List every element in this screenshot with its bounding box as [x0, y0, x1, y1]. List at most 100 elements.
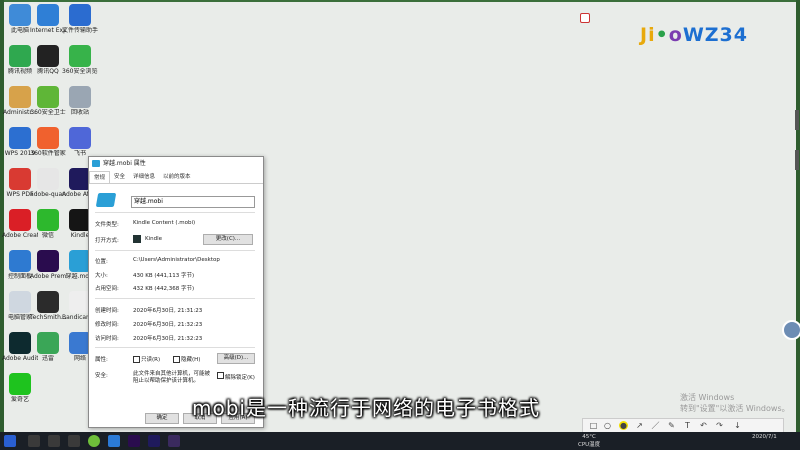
text-icon[interactable]: T: [683, 421, 692, 430]
row-value-size: 430 KB (441,113 字节): [133, 273, 195, 279]
desktop-icon[interactable]: 飞书: [62, 127, 98, 157]
readonly-label: 只读(R): [141, 357, 161, 363]
ie-icon: [37, 4, 59, 26]
desktop-icon[interactable]: 360安全浏览器: [62, 45, 98, 75]
download-icon[interactable]: ↓: [733, 421, 742, 430]
row-label-location: 位置:: [95, 259, 108, 265]
feishu-icon: [69, 127, 91, 149]
clock[interactable]: 2020/7/1: [752, 434, 777, 441]
wechat-icon: [37, 209, 59, 231]
row-label-disk-size: 占用空间:: [95, 286, 119, 292]
pen-icon[interactable]: ／: [651, 421, 660, 430]
iqiyi-icon: [9, 373, 31, 395]
filename-field[interactable]: 穿越.mobi: [131, 196, 255, 208]
search-icon[interactable]: [28, 435, 40, 447]
top-frame: [0, 0, 800, 2]
control-panel-icon: [9, 250, 31, 272]
side-handle-1[interactable]: [795, 110, 799, 130]
desktop-icon-label: 360安全卫士: [30, 109, 66, 116]
row-label-attributes: 属性:: [95, 357, 108, 363]
row-value-location: C:\Users\Administrator\Desktop: [133, 257, 220, 263]
tab-previous-versions[interactable]: 以前的版本: [159, 171, 195, 183]
circle-icon[interactable]: ○: [603, 421, 612, 430]
marker-icon[interactable]: ✎: [667, 421, 676, 430]
logo-part-3: o: [668, 24, 683, 46]
tab-general[interactable]: 常规: [89, 171, 111, 183]
row-label-security: 安全:: [95, 373, 108, 379]
hidden-checkbox[interactable]: [173, 356, 180, 363]
desktop-icon[interactable]: 迅雷: [30, 332, 66, 362]
logo-part-1: Ji: [640, 24, 656, 46]
row-value-type: Kindle Content (.mobi): [133, 220, 196, 226]
redo-icon[interactable]: ↷: [715, 421, 724, 430]
side-handle-2[interactable]: [795, 150, 799, 170]
highlight-icon[interactable]: ●: [619, 421, 628, 430]
row-label-openwith: 打开方式:: [95, 238, 119, 244]
desktop-icon[interactable]: 文件传输助手: [62, 4, 98, 34]
desktop-icon[interactable]: Internet Explorer: [30, 4, 66, 34]
advanced-button[interactable]: 高级(D)...: [217, 353, 255, 364]
readonly-checkbox[interactable]: [133, 356, 140, 363]
unblock-checkbox[interactable]: [217, 372, 224, 379]
xunlei-icon: [37, 332, 59, 354]
divider: [95, 347, 255, 348]
activation-watermark: 激活 Windows 转到"设置"以激活 Windows。: [680, 392, 790, 414]
desktop-icon-label: 360安全浏览器: [62, 68, 98, 75]
desktop-icon-label: 迅雷: [41, 355, 54, 362]
row-value-security: 此文件来自其他计算机，可能被阻止以帮助保护该计算机。: [133, 371, 211, 384]
desktop-icon[interactable]: 微信: [30, 209, 66, 239]
row-label-type: 文件类型:: [95, 222, 119, 228]
brand-logo: Ji•oWZ34: [640, 24, 748, 46]
pc-manager-icon: [9, 291, 31, 313]
logo-part-2: •: [655, 24, 669, 46]
desktop-icon[interactable]: adobe-quan: [30, 168, 66, 198]
premiere-taskbar-icon[interactable]: [128, 435, 140, 447]
app-taskbar-icon-1[interactable]: [108, 435, 120, 447]
change-button[interactable]: 更改(C)...: [203, 234, 253, 245]
arrow-icon[interactable]: ↗: [635, 421, 644, 430]
video-subtitle: mobi是一种流行于网络的电子书格式: [192, 396, 540, 420]
cpu-label: CPU温度: [578, 442, 601, 448]
taskbar: 45°C CPU温度 2020/7/1: [0, 432, 800, 450]
desktop-icon[interactable]: 腾讯QQ: [30, 45, 66, 75]
heart-icon: [580, 13, 590, 23]
row-label-modified: 修改时间:: [95, 322, 119, 328]
side-avatar-button[interactable]: [782, 320, 800, 340]
desktop-icon-label: TechSmith...: [30, 314, 66, 321]
undo-icon[interactable]: ↶: [699, 421, 708, 430]
window-icon: [37, 168, 59, 190]
desktop-icon-label: adobe-quan: [30, 191, 66, 198]
tab-security[interactable]: 安全: [110, 171, 129, 183]
file-explorer-icon[interactable]: [68, 435, 80, 447]
divider: [95, 250, 255, 251]
dialog-titlebar[interactable]: 穿越.mobi 属性: [89, 157, 263, 171]
techsmith-icon: [37, 291, 59, 313]
computer-icon: [9, 4, 31, 26]
row-label-created: 创建时间:: [95, 308, 119, 314]
desktop-icon[interactable]: 回收站: [62, 86, 98, 116]
desktop-icon[interactable]: 360软件管家: [30, 127, 66, 157]
row-value-created: 2020年6月30日, 21:31:23: [133, 308, 203, 314]
desktop-icon[interactable]: 爱奇艺: [2, 373, 38, 403]
tab-details[interactable]: 详细信息: [129, 171, 159, 183]
row-value-modified: 2020年6月30日, 21:32:23: [133, 322, 203, 328]
watermark-line-1: 激活 Windows: [680, 393, 735, 402]
app-taskbar-icon-2[interactable]: [168, 435, 180, 447]
rectangle-icon[interactable]: □: [589, 421, 598, 430]
unblock-label: 解除锁定(K): [225, 375, 255, 381]
start-icon[interactable]: [4, 435, 16, 447]
safeguard-360-icon: [37, 86, 59, 108]
row-value-accessed: 2020年6月30日, 21:32:23: [133, 336, 203, 342]
premiere-icon: [37, 250, 59, 272]
browser-taskbar-icon[interactable]: [88, 435, 100, 447]
desktop-icon[interactable]: Adobe Premiere Pr...: [30, 250, 66, 280]
qq-icon: [37, 45, 59, 67]
ok-button[interactable]: 确定: [145, 413, 179, 424]
after-effects-taskbar-icon[interactable]: [148, 435, 160, 447]
weather-widget[interactable]: 45°C CPU温度: [578, 433, 600, 449]
task-view-icon[interactable]: [48, 435, 60, 447]
row-value-openwith: Kindle: [145, 236, 163, 242]
desktop-icon[interactable]: TechSmith...: [30, 291, 66, 321]
desktop-icon[interactable]: 360安全卫士: [30, 86, 66, 116]
right-frame: [796, 0, 800, 432]
